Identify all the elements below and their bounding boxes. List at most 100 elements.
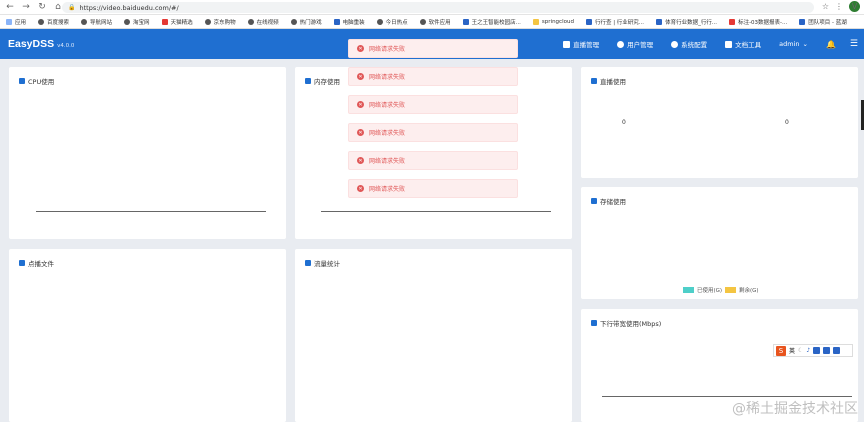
x-axis-line <box>602 396 852 397</box>
back-icon[interactable]: ← <box>4 1 16 13</box>
legend-free[interactable]: 剩余(G) <box>725 286 759 294</box>
app-icon <box>585 18 592 25</box>
chart-icon <box>591 198 597 204</box>
x-axis-line <box>36 211 266 212</box>
url-text[interactable]: https://video.baiduedu.com/#/ <box>79 4 178 12</box>
error-toast: ✕ 网络请求失败 <box>348 67 518 86</box>
ime-toolbar: S 英 ☾ ♪ <box>773 344 853 357</box>
bookmark-item[interactable]: 体育行业数据_行行... <box>656 18 717 26</box>
bookmark-item[interactable]: 导航网站 <box>81 18 112 26</box>
chart-icon <box>591 320 597 326</box>
app-icon <box>799 18 806 25</box>
error-toast: ✕ 网络请求失败 <box>348 123 518 142</box>
error-icon: ✕ <box>357 73 364 80</box>
card-title: 流量统计 <box>305 258 340 268</box>
nav-docs-tools[interactable]: 文档工具 <box>725 39 761 49</box>
error-icon: ✕ <box>357 157 364 164</box>
bookmark-item[interactable]: 热门游戏 <box>290 18 322 26</box>
legend-swatch <box>683 287 694 293</box>
card-title: 下行带宽使用(Mbps) <box>591 318 661 328</box>
tmall-icon <box>161 18 168 25</box>
address-bar[interactable]: 🔒 https://video.baiduedu.com/#/ <box>62 2 814 13</box>
bookmark-item[interactable]: 天猫精选 <box>161 18 193 26</box>
brand-logo[interactable]: EasyDSS <box>8 38 54 50</box>
star-icon[interactable]: ☆ <box>822 2 829 11</box>
user-icon <box>617 40 625 48</box>
bookmark-item[interactable]: 淘宝网 <box>124 18 150 26</box>
bell-icon[interactable]: 🔔 <box>826 40 836 49</box>
app-icon <box>656 18 663 25</box>
traffic-card: 流量统计 <box>295 249 572 422</box>
reload-icon[interactable]: ↻ <box>36 1 48 13</box>
app-icon <box>462 18 469 25</box>
globe-icon <box>290 18 297 25</box>
nav-system-config[interactable]: 系统配置 <box>671 39 707 49</box>
globe-icon <box>124 18 131 25</box>
menu-icon[interactable]: ☰ <box>850 39 858 49</box>
keyboard-icon[interactable] <box>813 347 821 354</box>
cpu-card: CPU使用 <box>9 67 286 239</box>
live-icon <box>563 40 571 48</box>
bookmark-item[interactable]: 电脑重装 <box>333 18 365 26</box>
bookmark-item[interactable]: 软件应用 <box>419 18 451 26</box>
bookmark-item[interactable]: 应用 <box>6 18 26 26</box>
globe-icon <box>204 18 211 25</box>
shirt-icon[interactable] <box>823 347 831 354</box>
microphone-icon[interactable]: ♪ <box>806 347 810 354</box>
bookmark-item[interactable]: 百度搜索 <box>38 18 69 26</box>
error-toast: ✕ 网络请求失败 <box>348 179 518 198</box>
error-icon: ✕ <box>357 45 364 52</box>
folder-icon <box>532 18 539 25</box>
browser-toolbar: ← → ↻ ⌂ 🔒 https://video.baiduedu.com/#/ … <box>0 0 864 15</box>
bookmark-item[interactable]: 王之王智能校园店... <box>462 18 521 26</box>
card-title: 内存使用 <box>305 76 340 86</box>
bookmark-item[interactable]: 标注-03数据报表-... <box>729 18 787 26</box>
forward-icon[interactable]: → <box>20 1 32 13</box>
chart-icon <box>305 78 311 84</box>
error-toast: ✕ 网络请求失败 <box>348 95 518 114</box>
profile-avatar[interactable]: V <box>849 1 860 12</box>
bookmarks-bar: 应用 百度搜索 导航网站 淘宝网 天猫精选 京东购物 在线视频 热门游戏 电脑重… <box>0 15 864 29</box>
error-toast: ✕ 网络请求失败 <box>348 151 518 170</box>
watermark: @稀土掘金技术社区 <box>732 401 858 417</box>
bookmark-item[interactable]: 行行查 | 行业研究... <box>585 18 644 26</box>
app-icon <box>333 18 340 25</box>
gear-icon <box>671 40 679 48</box>
bookmark-item[interactable]: 在线视频 <box>247 18 279 26</box>
live-usage-card: 直播使用 0 0 <box>581 67 858 178</box>
extensions-icon[interactable]: ⋮ <box>835 2 843 11</box>
legend-used[interactable]: 已使用(G) <box>683 286 722 294</box>
bookmark-item[interactable]: 团队项目 - 蓝湖 <box>799 18 847 26</box>
live-value-right: 0 <box>785 119 789 126</box>
grid-icon[interactable] <box>833 347 841 354</box>
moon-icon[interactable]: ☾ <box>798 347 803 354</box>
live-value-left: 0 <box>622 119 626 126</box>
card-title: 直播使用 <box>591 76 626 86</box>
chart-icon <box>591 78 597 84</box>
globe-icon <box>419 18 426 25</box>
chevron-down-icon: ⌄ <box>802 40 808 48</box>
ime-language[interactable]: 英 <box>789 346 795 355</box>
error-toast: ✕ 网络请求失败 <box>348 39 518 58</box>
globe-icon <box>81 18 88 25</box>
vod-files-card: 点播文件 <box>9 249 286 422</box>
legend-swatch <box>725 287 736 293</box>
chart-icon <box>19 260 25 266</box>
storage-card: 存储使用 已使用(G) 剩余(G) <box>581 187 858 299</box>
user-menu[interactable]: admin ⌄ <box>779 40 808 48</box>
error-icon: ✕ <box>357 129 364 136</box>
card-title: 点播文件 <box>19 258 54 268</box>
nav-user-management[interactable]: 用户管理 <box>617 39 653 49</box>
globe-icon <box>247 18 254 25</box>
chart-icon <box>19 78 25 84</box>
bookmark-item[interactable]: 今日热点 <box>376 18 408 26</box>
nav-live-management[interactable]: 直播管理 <box>563 39 599 49</box>
x-axis-line <box>321 211 551 212</box>
lock-icon: 🔒 <box>68 4 76 11</box>
globe-icon <box>376 18 383 25</box>
chart-icon <box>305 260 311 266</box>
globe-icon <box>38 18 45 25</box>
sogou-ime-icon[interactable]: S <box>776 345 786 356</box>
bookmark-item[interactable]: springcloud <box>532 18 574 25</box>
bookmark-item[interactable]: 京东购物 <box>204 18 236 26</box>
